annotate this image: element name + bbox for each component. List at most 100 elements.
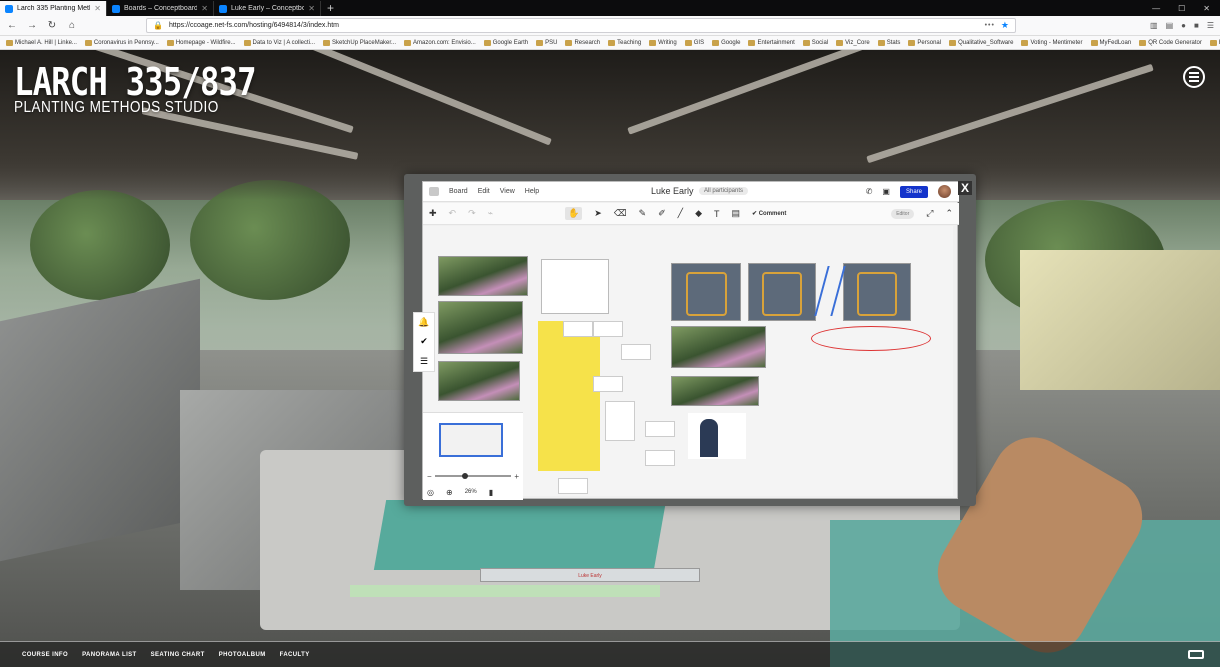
forward-icon[interactable]: → (26, 20, 38, 31)
board-image[interactable] (438, 256, 528, 296)
undo-icon[interactable]: ↶ (449, 208, 457, 219)
phone-icon[interactable]: ✆ (866, 187, 873, 196)
comment-note[interactable] (605, 401, 635, 441)
zoom-knob[interactable] (461, 473, 468, 479)
search-zoom-icon[interactable]: ⊕ (446, 488, 453, 497)
bookmark-item[interactable]: Social (802, 39, 828, 46)
bookmark-item[interactable]: Coronavirus in Pennsy... (84, 39, 159, 46)
comment-note[interactable] (593, 321, 623, 337)
comment-note[interactable] (593, 376, 623, 392)
shape-tool-icon[interactable]: ◆ (695, 208, 702, 219)
footer-panorama-list[interactable]: PANORAMA LIST (82, 652, 137, 658)
vr-headset-icon[interactable] (1188, 650, 1204, 659)
bookmark-item[interactable]: Entertainment (748, 39, 795, 46)
board-image[interactable] (438, 361, 520, 401)
board-image[interactable] (671, 326, 766, 368)
fullscreen-icon[interactable]: ⤢ (926, 208, 933, 219)
bookmark-item[interactable]: Qualitative_Software (949, 39, 1013, 46)
plan-drawing[interactable] (843, 263, 911, 321)
menu-help[interactable]: Help (525, 188, 539, 195)
menu-edit[interactable]: Edit (478, 188, 490, 195)
account-icon[interactable]: ● (1181, 21, 1186, 30)
notifications-icon[interactable]: 🔔 (418, 317, 429, 328)
bookmark-item[interactable]: Data to Viz | A collecti... (243, 39, 315, 46)
browser-tab-1[interactable]: Larch 335 Planting Methods✕ (0, 1, 107, 16)
plan-drawing[interactable] (748, 263, 816, 321)
menu-icon[interactable]: ☰ (1207, 21, 1214, 30)
sidebar-icon[interactable]: ▤ (1166, 21, 1174, 30)
bookmark-item[interactable]: Research (565, 39, 600, 46)
close-tab-icon[interactable]: ✕ (201, 4, 208, 13)
bookmark-item[interactable]: PSU (536, 39, 557, 46)
home-icon[interactable]: ⌂ (66, 20, 78, 31)
comment-note[interactable] (621, 344, 651, 360)
bookmark-item[interactable]: GIS (684, 39, 704, 46)
plan-drawing[interactable] (671, 263, 741, 321)
list-icon[interactable]: ☰ (420, 356, 428, 367)
pen-tool-icon[interactable]: ✎ (639, 208, 647, 219)
new-tab-button[interactable]: + (321, 1, 340, 16)
sticky-note[interactable] (538, 321, 600, 471)
marker-tool-icon[interactable]: ✐ (658, 208, 666, 219)
bookmark-item[interactable]: Voting - Mentimeter (1021, 39, 1083, 46)
comment-note[interactable] (645, 421, 675, 437)
avatar[interactable] (938, 185, 951, 198)
library-icon[interactable]: ▥ (1150, 21, 1158, 30)
zoom-slider[interactable]: − + (427, 472, 519, 481)
site-plan-sketch[interactable] (541, 259, 609, 314)
footer-course-info[interactable]: COURSE INFO (22, 652, 68, 658)
collapse-icon[interactable]: ⌃ (945, 208, 953, 219)
zoom-in-icon[interactable]: + (514, 472, 519, 481)
comment-note[interactable] (563, 321, 593, 337)
minimap-viewport[interactable] (439, 423, 503, 457)
hamburger-menu-button[interactable] (1183, 66, 1205, 88)
comment-note[interactable] (558, 478, 588, 494)
browser-tab-3[interactable]: Luke Early – Conceptboard✕ (214, 1, 321, 16)
close-tab-icon[interactable]: ✕ (308, 4, 315, 13)
redo-icon[interactable]: ↷ (468, 208, 476, 219)
zoom-out-icon[interactable]: − (427, 472, 432, 481)
footer-photoalbum[interactable]: PHOTOALBUM (219, 652, 266, 658)
add-icon[interactable]: ✚ (429, 208, 437, 219)
tasks-icon[interactable]: ✔ (420, 336, 428, 347)
bookmark-item[interactable]: Viz_Core (836, 39, 870, 46)
bookmark-item[interactable]: Michael A. Hill | Linke... (6, 39, 77, 46)
text-tool-icon[interactable]: T (714, 209, 720, 219)
conceptboard-logo-icon[interactable] (429, 187, 439, 196)
bookmark-item[interactable]: Homepage - Wildfire... (166, 39, 236, 46)
share-button[interactable]: Share (899, 185, 928, 198)
eraser-tool-icon[interactable]: ⌫ (614, 208, 627, 219)
close-window-icon[interactable]: ✕ (1203, 4, 1210, 13)
extension-icon[interactable]: ■ (1194, 21, 1199, 30)
comment-button[interactable]: ✔ Comment (752, 210, 786, 217)
board-image[interactable] (671, 376, 759, 406)
bookmark-item[interactable]: SketchUp PlaceMaker... (323, 39, 396, 46)
select-tool-icon[interactable]: ➤ (594, 208, 602, 219)
zoom-level[interactable]: 26% (465, 489, 477, 495)
minimize-icon[interactable]: — (1152, 4, 1160, 13)
close-board-button[interactable]: X (958, 181, 972, 195)
bookmark-star-icon[interactable]: ★ (1001, 20, 1009, 31)
format-icon[interactable]: ⌁ (488, 208, 493, 219)
bookmark-item[interactable]: QR Code Generator (1139, 39, 1202, 46)
board-image[interactable] (438, 301, 523, 354)
reload-icon[interactable]: ↻ (46, 20, 58, 31)
maximize-icon[interactable]: ☐ (1178, 4, 1185, 13)
bookmark-item[interactable]: Redline these money... (1209, 39, 1220, 46)
bookmark-item[interactable]: Writing (649, 39, 677, 46)
bookmark-item[interactable]: Stats (877, 39, 900, 46)
back-icon[interactable]: ← (6, 20, 18, 31)
bookmark-item[interactable]: Personal (908, 39, 941, 46)
bookmark-item[interactable]: Google (712, 39, 740, 46)
bookmark-item[interactable]: Teaching (608, 39, 641, 46)
menu-board[interactable]: Board (449, 188, 468, 195)
bookmark-item[interactable]: Google Earth (483, 39, 528, 46)
bookmark-item[interactable]: Amazon.com: Envisio... (404, 39, 476, 46)
video-icon[interactable]: ▣ (882, 187, 890, 196)
section-sketch[interactable] (811, 326, 931, 351)
browser-tab-2[interactable]: Boards – Conceptboard ✕ (107, 1, 214, 16)
line-tool-icon[interactable]: ╱ (678, 208, 683, 219)
footer-seating-chart[interactable]: SEATING CHART (151, 652, 205, 658)
sticky-note-icon[interactable]: ▤ (732, 208, 741, 219)
zoom-track[interactable] (434, 473, 512, 479)
